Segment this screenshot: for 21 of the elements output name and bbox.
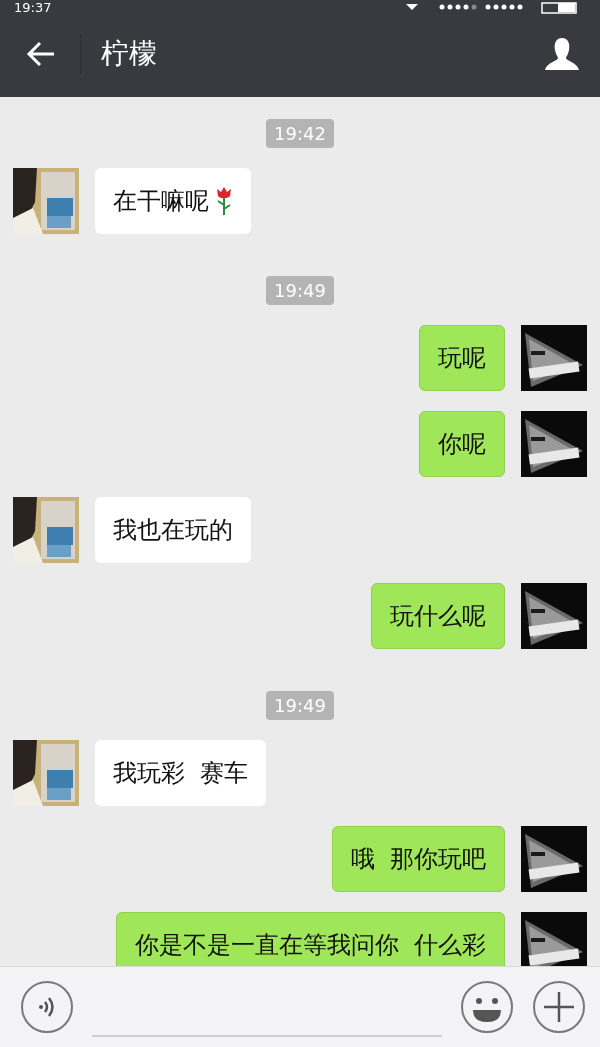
signal-icon bbox=[485, 4, 523, 10]
chat-title: 柠檬 bbox=[101, 35, 158, 72]
message-text: 你呢 bbox=[438, 429, 486, 460]
message-text: 我玩彩 赛车 bbox=[113, 758, 249, 789]
battery-icon bbox=[541, 2, 577, 14]
message-text: 玩什么呢 bbox=[390, 601, 486, 632]
message-text: 哦 那你玩吧 bbox=[350, 844, 486, 875]
message-text: 在干嘛呢 bbox=[113, 186, 209, 217]
message-text: 你是不是一直在等我问你 什么彩 bbox=[134, 930, 486, 961]
timestamp: 19:49 bbox=[266, 691, 334, 720]
emoji-icon[interactable] bbox=[460, 980, 514, 1034]
signal-icon bbox=[439, 4, 477, 10]
message-text: 玩呢 bbox=[438, 343, 486, 374]
voice-icon[interactable] bbox=[20, 980, 74, 1034]
back-arrow-icon[interactable] bbox=[26, 40, 56, 67]
plus-icon[interactable] bbox=[532, 980, 586, 1034]
timestamp: 19:42 bbox=[266, 119, 334, 148]
message-text: 我也在玩的 bbox=[113, 515, 233, 546]
profile-icon[interactable] bbox=[544, 35, 580, 72]
status-time: 19:37 bbox=[14, 1, 52, 15]
timestamp: 19:49 bbox=[266, 276, 334, 305]
